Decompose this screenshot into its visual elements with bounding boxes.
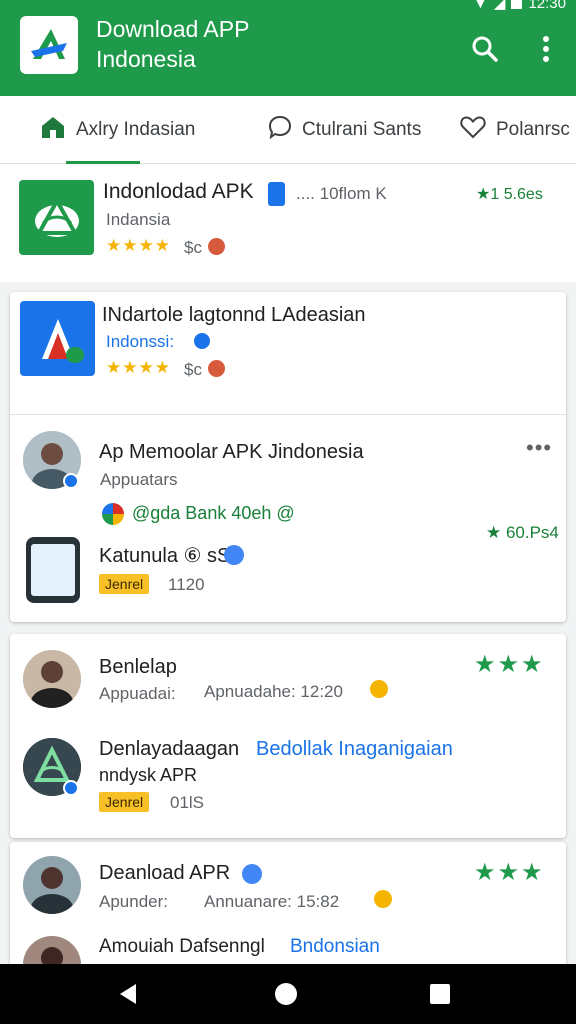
- recents-icon[interactable]: [428, 982, 452, 1006]
- more-icon[interactable]: •••: [526, 435, 552, 461]
- verified-icon: [63, 780, 79, 796]
- category-badge: Jenrel: [99, 792, 150, 812]
- app-subtitle: Indonssi:: [106, 332, 175, 351]
- app-name: INdartole lagtonnd LAdeasian: [102, 304, 366, 326]
- feed-card: Benlelap ★★★ Appuadai: Apnuadahe: 12:20 …: [10, 634, 566, 838]
- sub-app-link[interactable]: Bedollak Inaganigaian: [256, 738, 453, 761]
- system-nav-bar: [0, 964, 576, 1024]
- sub-app-name: Katunula ⑥ sS: [99, 545, 231, 567]
- post-subtitle: Apunder:: [99, 892, 168, 911]
- avatar-chip: [208, 360, 225, 377]
- emoji-icon: [370, 680, 388, 698]
- home-nav-icon[interactable]: [274, 982, 298, 1006]
- app-icon: [20, 301, 95, 376]
- more-vert-icon[interactable]: [531, 34, 561, 64]
- home-icon: [40, 115, 66, 145]
- app-subtitle: Indansia: [106, 210, 171, 229]
- google-icon: [102, 503, 124, 525]
- feed-card: INdartole lagtonnd LAdeasian Indonssi: ★…: [10, 292, 566, 622]
- app-price: $c: [184, 360, 202, 379]
- heart-icon: [460, 115, 486, 145]
- list-item[interactable]: Indonlodad APK .... 10flom K ★1 5.6es In…: [0, 164, 576, 282]
- post-subtitle: Appuatars: [100, 470, 178, 489]
- emoji-icon: [374, 890, 392, 908]
- post-title: Deanload APR: [99, 862, 231, 884]
- verified-icon: [194, 333, 210, 349]
- category-badge: Jenrel: [99, 574, 150, 594]
- app-stars: ★★★★: [106, 236, 171, 255]
- download-icon: [268, 182, 285, 206]
- tab-home-label: Axlry Indasian: [76, 119, 196, 140]
- status-bar: ▼ ◢ 12:30: [473, 0, 566, 12]
- list-item[interactable]: Deanload APR ★★★ Apunder: Annuanare: 15:…: [10, 842, 566, 932]
- tab-chat[interactable]: Ctulrani Sants: [268, 96, 421, 164]
- app-bar: ▼ ◢ 12:30 Download APP Indonesia: [0, 0, 576, 96]
- list-item[interactable]: Denlayadaagan Bedollak Inaganigaian nndy…: [10, 730, 566, 838]
- app-logo: [20, 16, 78, 74]
- chat-icon: [268, 115, 292, 145]
- avatar-chip: [208, 238, 225, 255]
- app-rating: ★1 5.6es: [476, 186, 543, 203]
- feed-card: Deanload APR ★★★ Apunder: Annuanare: 15:…: [10, 842, 566, 994]
- avatar: [23, 856, 81, 914]
- app-stars: ★★★★: [106, 358, 171, 377]
- wifi-icon: ▼: [473, 0, 488, 12]
- post-subtitle: Appuadai:: [99, 684, 176, 703]
- sub-app-link[interactable]: Bndonsian: [290, 936, 380, 958]
- tab-bar: Axlry Indasian Ctulrani Sants Polanrsc: [0, 96, 576, 164]
- list-item[interactable]: INdartole lagtonnd LAdeasian Indonssi: ★…: [10, 292, 566, 414]
- verified-icon: [224, 545, 244, 565]
- post-title: Benlelap: [99, 656, 177, 678]
- verified-icon: [242, 864, 262, 884]
- tab-favorites[interactable]: Polanrsc: [460, 96, 570, 164]
- post-line: @gda Bank 40eh @: [132, 503, 295, 523]
- tab-chat-label: Ctulrani Sants: [302, 119, 422, 140]
- status-time: 12:30: [528, 0, 566, 12]
- phone-thumbnail: [26, 537, 80, 603]
- sub-app-line: nndysk APR: [99, 765, 198, 785]
- app-name: Indonlodad APK: [103, 180, 254, 203]
- verified-icon: [63, 473, 79, 489]
- post-stars: ★★★: [474, 859, 545, 886]
- list-item[interactable]: Ap Memoolar APK Jindonesia ••• Appuatars…: [10, 415, 566, 622]
- sub-app-name: Denlayadaagan: [99, 738, 240, 760]
- post-meta: Apnuadahe: 12:20: [204, 682, 343, 701]
- signal-icon: ◢: [493, 0, 506, 12]
- post-rating: ★ 60.Ps4: [486, 523, 559, 542]
- search-icon[interactable]: [470, 34, 500, 64]
- tab-home[interactable]: Axlry Indasian: [40, 96, 195, 164]
- avatar: [23, 650, 81, 708]
- back-icon[interactable]: [116, 982, 140, 1006]
- sub-app-meta: 1120: [168, 575, 205, 594]
- app-downloads: .... 10flom K: [296, 184, 387, 203]
- post-stars: ★★★: [474, 651, 545, 678]
- sub-app-name: Amouiah Dafsenngl: [99, 936, 265, 957]
- post-title: Ap Memoolar APK Jindonesia: [99, 441, 364, 463]
- tab-favorites-label: Polanrsc: [496, 119, 570, 140]
- list-item[interactable]: Benlelap ★★★ Appuadai: Apnuadahe: 12:20: [10, 634, 566, 730]
- post-meta: Annuanare: 15:82: [204, 892, 340, 911]
- app-title: Download APP Indonesia: [96, 16, 250, 72]
- sub-app-meta: 01lS: [170, 793, 205, 812]
- battery-icon: [511, 0, 523, 9]
- app-price: $c: [184, 238, 202, 257]
- app-icon: [19, 180, 94, 255]
